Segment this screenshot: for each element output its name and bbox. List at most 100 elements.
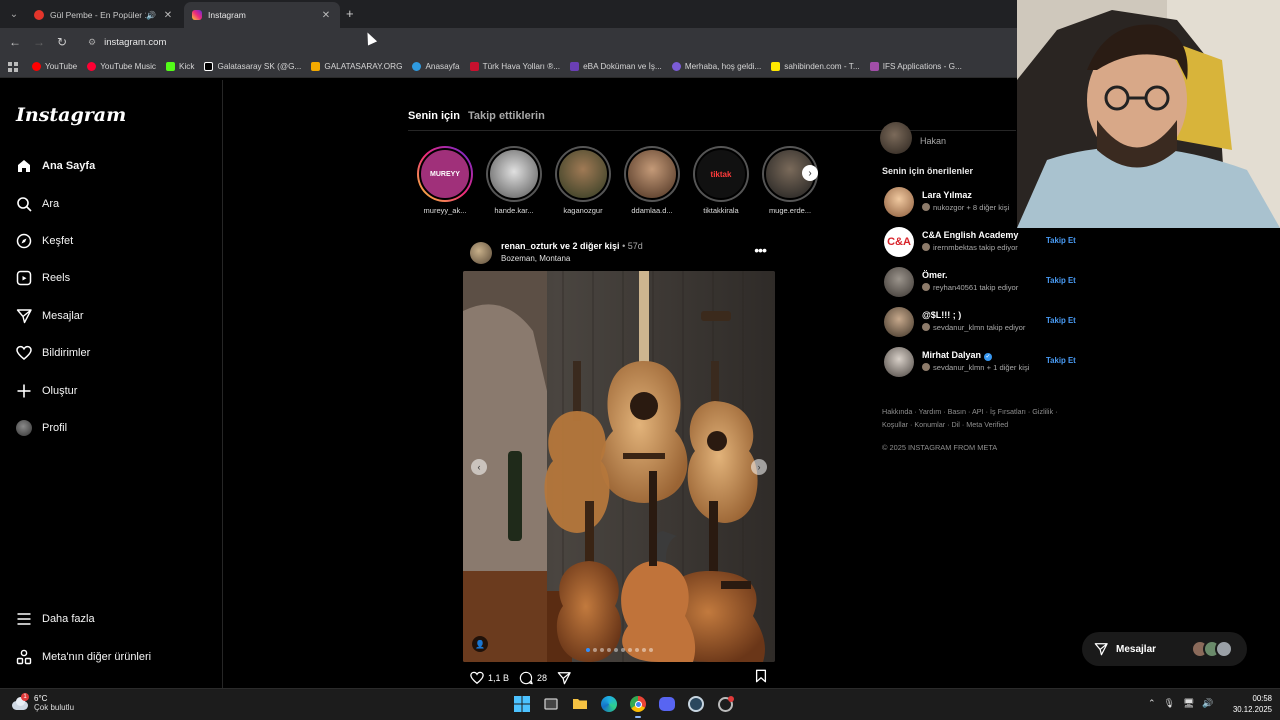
bookmark-merhaba[interactable]: Merhaba, hoş geldi... — [671, 62, 761, 71]
bookmark-youtube-music[interactable]: YouTube Music — [87, 62, 156, 71]
bookmark-galatasaray-x[interactable]: Galatasaray SK (@G... — [204, 62, 301, 71]
story-item[interactable]: hande.kar... — [483, 146, 545, 215]
weather-widget[interactable]: 1 6°C Çok bulutlu — [10, 693, 74, 713]
address-bar[interactable]: ⚙ instagram.com — [80, 32, 1020, 52]
save-button[interactable] — [754, 669, 768, 685]
profile-avatar — [16, 420, 32, 436]
suggestion-avatar[interactable] — [884, 187, 914, 217]
comment-count: 28 — [537, 673, 548, 683]
bookmark-ifs[interactable]: IFS Applications - G... — [869, 62, 962, 71]
follow-button[interactable]: Takip Et — [1046, 276, 1076, 285]
story-item[interactable]: kaganozgur — [552, 146, 614, 215]
carousel-prev-button[interactable]: ‹ — [471, 459, 487, 475]
close-tab-icon[interactable]: ✕ — [162, 10, 174, 21]
edge-icon[interactable] — [599, 694, 619, 714]
bookmark-sahibinden[interactable]: sahibinden.com - T... — [771, 62, 860, 71]
more-options-icon[interactable]: ••• — [754, 242, 767, 258]
system-clock[interactable]: 00:58 30.12.2025 — [1226, 693, 1272, 715]
volume-icon[interactable]: 🔊 — [1202, 698, 1213, 709]
follow-button[interactable]: Takip Et — [1046, 236, 1076, 245]
suggestion-item: Ömer. reyhan40561 takip ediyor Takip Et — [884, 266, 1080, 298]
follow-button[interactable]: Takip Et — [1046, 356, 1076, 365]
bookmark-eba[interactable]: eBA Doküman ve İş... — [570, 62, 662, 71]
nav-reels[interactable]: Reels — [16, 270, 70, 286]
speaker-icon[interactable]: 🔊 — [146, 11, 156, 20]
url-text: instagram.com — [104, 36, 167, 48]
tab-following[interactable]: Takip ettiklerin — [468, 110, 545, 122]
windows-start-icon[interactable] — [512, 694, 532, 714]
suggestion-avatar[interactable] — [884, 267, 914, 297]
message-avatars — [1191, 640, 1233, 658]
nav-create[interactable]: Oluştur — [16, 383, 77, 399]
bookmark-anasayfa[interactable]: Anasayfa — [412, 62, 460, 71]
nav-explore[interactable]: Keşfet — [16, 233, 73, 249]
like-button[interactable]: 1,1 B — [470, 671, 509, 685]
carousel-dot — [592, 648, 597, 652]
file-explorer-icon[interactable] — [570, 694, 590, 714]
suggestion-avatar[interactable] — [884, 307, 914, 337]
mutual-avatar — [922, 363, 930, 371]
bookmark-thy[interactable]: Türk Hava Yolları ®... — [469, 62, 560, 71]
tab-search-chevron-icon[interactable]: ⌄ — [5, 5, 23, 23]
suggestion-avatar[interactable] — [884, 347, 914, 377]
x-icon — [204, 62, 214, 71]
bookmark-youtube[interactable]: YouTube — [32, 62, 77, 71]
forward-icon[interactable]: → — [33, 35, 45, 49]
story-item[interactable]: ddamlaa.d... — [621, 146, 683, 215]
nav-more[interactable]: Daha fazla — [16, 611, 95, 627]
bookmark-galatasaray-org[interactable]: GALATASARAY.ORG — [311, 62, 402, 71]
share-button[interactable] — [557, 671, 575, 685]
story-item[interactable]: tiktak tiktakkirala — [690, 146, 752, 215]
taskbar-apps — [512, 694, 735, 718]
nav-home[interactable]: Ana Sayfa — [16, 158, 95, 174]
apps-grid-icon[interactable] — [8, 61, 18, 72]
post-location[interactable]: Bozeman, Montana — [501, 254, 570, 263]
suggestion-item: @$L!!! ; ) sevdanur_klmn takip ediyor Ta… — [884, 306, 1080, 338]
task-view-icon[interactable] — [541, 694, 561, 714]
nav-search[interactable]: Ara — [16, 196, 59, 212]
post-author-avatar[interactable] — [470, 242, 492, 264]
follow-button[interactable]: Takip Et — [1046, 316, 1076, 325]
tab-for-you[interactable]: Senin için — [408, 110, 460, 122]
post-author[interactable]: renan_ozturk ve 2 diğer kişi • 57d — [501, 241, 643, 251]
current-user-avatar[interactable] — [880, 122, 912, 154]
story-item[interactable]: MUREYY mureyy_ak... — [414, 146, 476, 215]
carousel-dot — [606, 648, 611, 652]
carousel-next-button[interactable]: › — [751, 459, 767, 475]
network-icon[interactable]: 🖥 — [1183, 698, 1194, 709]
reload-icon[interactable]: ↻ — [57, 35, 67, 49]
mutual-avatar — [922, 203, 930, 211]
microphone-icon[interactable]: 🎙 — [1164, 698, 1175, 709]
back-icon[interactable]: ← — [9, 35, 21, 49]
tab-title: Instagram — [208, 10, 246, 20]
close-tab-icon[interactable]: ✕ — [320, 10, 332, 21]
carousel-dot — [641, 648, 646, 652]
messages-pill-button[interactable]: Mesajlar — [1082, 632, 1247, 666]
stories-next-button[interactable]: › — [802, 165, 818, 181]
new-tab-button[interactable]: + — [346, 6, 354, 21]
footer-links[interactable]: Hakkında · Yardım · Basın · API · İş Fır… — [882, 405, 1072, 431]
post-image[interactable]: ‹ › 👤 — [463, 271, 775, 662]
suggestion-avatar[interactable]: C&A — [884, 227, 914, 257]
chrome-icon[interactable] — [628, 694, 648, 718]
settings-gear-icon[interactable] — [715, 694, 735, 714]
chevron-up-icon[interactable]: ⌃ — [1148, 698, 1156, 709]
steam-icon[interactable] — [686, 694, 706, 714]
carousel-dot — [627, 648, 632, 652]
site-info-icon[interactable]: ⚙ — [88, 37, 96, 48]
tab-instagram[interactable]: Instagram ✕ — [184, 2, 340, 28]
windows-taskbar: 1 6°C Çok bulutlu ⌃ 🎙 🖥 🔊 00:58 30.12.20… — [0, 688, 1280, 720]
nav-messages[interactable]: Mesajlar — [16, 308, 84, 324]
comment-button[interactable]: 28 — [519, 671, 547, 685]
search-icon — [16, 196, 32, 212]
discord-icon[interactable] — [657, 694, 677, 714]
instagram-logo[interactable]: Instagram — [16, 104, 126, 126]
nav-profile[interactable]: Profil — [16, 420, 67, 436]
bookmark-kick[interactable]: Kick — [166, 62, 194, 71]
tab-youtube[interactable]: Gül Pembe - En Popüler 10 🔊 ✕ — [26, 2, 182, 28]
eba-icon — [570, 62, 580, 71]
heart-icon — [470, 671, 484, 685]
carousel-indicator — [463, 648, 775, 652]
nav-notifications[interactable]: Bildirimler — [16, 345, 90, 361]
nav-meta-products[interactable]: Meta'nın diğer ürünleri — [16, 649, 151, 665]
